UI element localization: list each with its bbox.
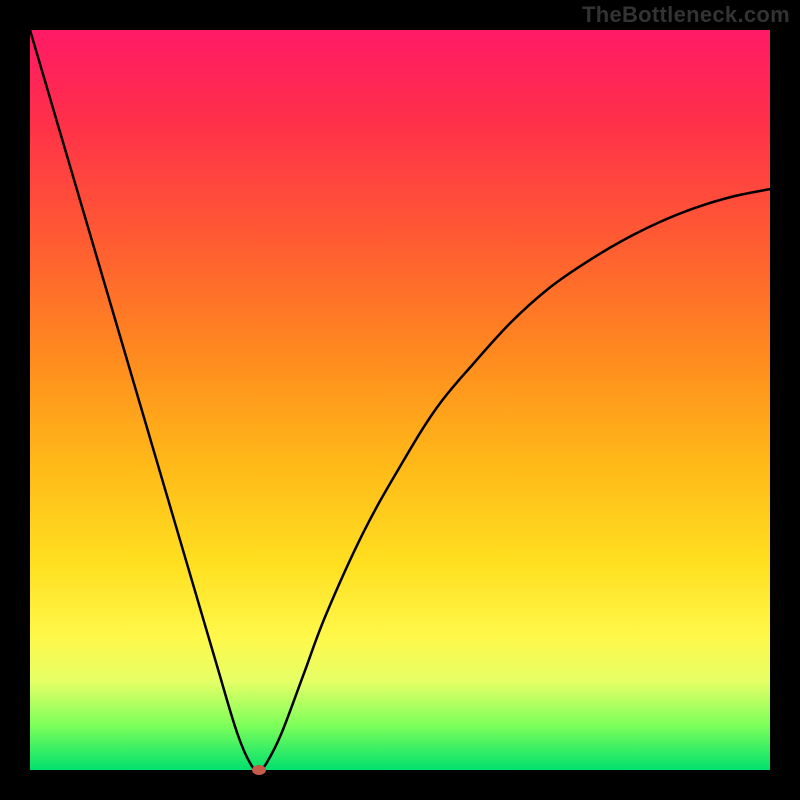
chart-frame: TheBottleneck.com bbox=[0, 0, 800, 800]
watermark-text: TheBottleneck.com bbox=[582, 2, 790, 28]
optimal-point-indicator bbox=[252, 765, 266, 775]
bottleneck-curve bbox=[30, 30, 770, 770]
plot-area bbox=[30, 30, 770, 770]
